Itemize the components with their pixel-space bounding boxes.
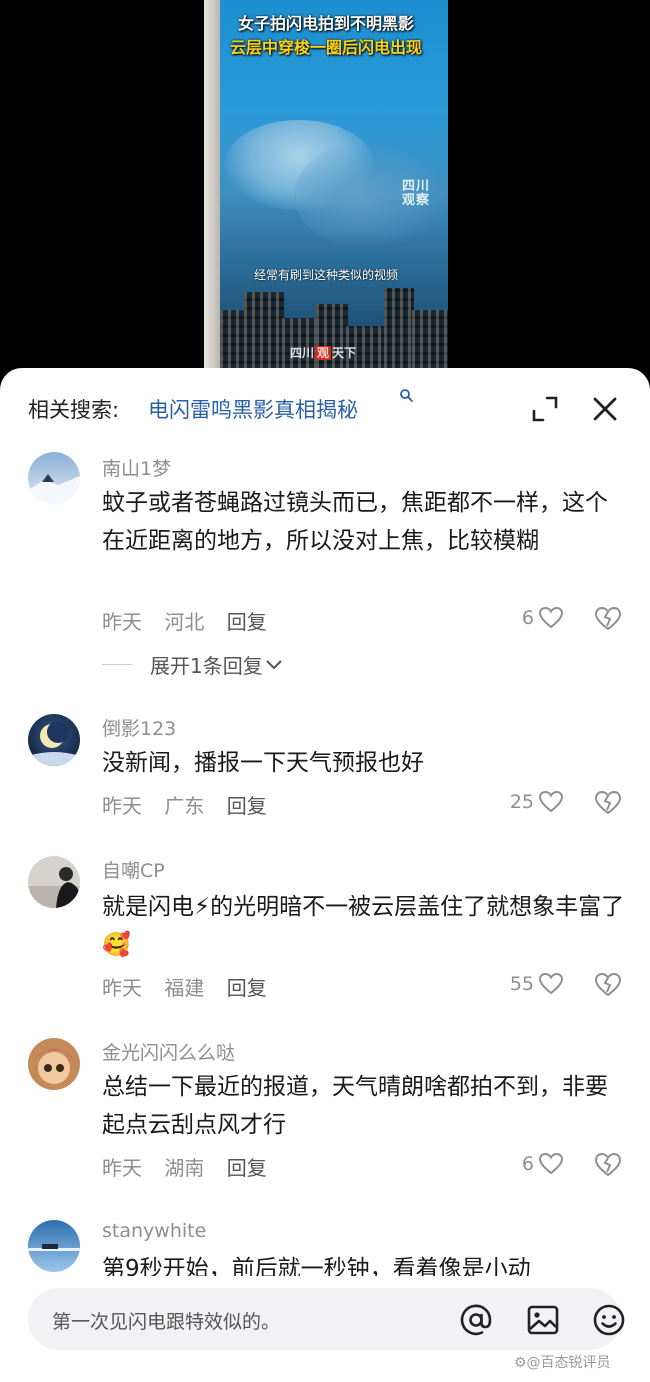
like-button[interactable]: 25 bbox=[510, 790, 564, 814]
like-button[interactable]: 6 bbox=[522, 606, 564, 630]
reply-button[interactable]: 回复 bbox=[227, 976, 267, 1000]
comment-location: 福建 bbox=[164, 976, 205, 1000]
broken-heart-icon[interactable] bbox=[594, 790, 622, 816]
comment-text: 就是闪电⚡的光明暗不一被云层盖住了就想象丰富了🥰 bbox=[102, 894, 625, 958]
comment-text: 没新闻，播报一下天气预报也好 bbox=[102, 750, 424, 776]
watermark: ⚙@百态锐评员 bbox=[514, 1355, 611, 1371]
comment-username[interactable]: stanywhite bbox=[102, 1220, 206, 1242]
comment-text: 总结一下最近的报道，天气晴朗啥都拍不到，非要起点云刮点风才行 bbox=[102, 1074, 608, 1138]
like-count: 25 bbox=[509, 791, 534, 813]
video-player[interactable]: 女子拍闪电拍到不明黑影 云层中穿梭一圈后闪电出现 经常有刷到这种类似的视频 四川… bbox=[204, 0, 448, 370]
emoji-icon[interactable] bbox=[591, 1302, 627, 1338]
comment-meta: 昨天 广东 回复 bbox=[102, 790, 283, 819]
avatar[interactable] bbox=[28, 856, 80, 908]
divider-line bbox=[102, 664, 132, 665]
heart-icon bbox=[538, 606, 564, 629]
comment-location: 河北 bbox=[164, 610, 205, 634]
video-area: 女子拍闪电拍到不明黑影 云层中穿梭一圈后闪电出现 经常有刷到这种类似的视频 四川… bbox=[0, 0, 650, 400]
comment-meta: 昨天 河北 回复 bbox=[102, 606, 283, 635]
image-icon[interactable] bbox=[525, 1302, 561, 1338]
like-button[interactable]: 55 bbox=[510, 972, 564, 996]
avatar[interactable] bbox=[28, 1038, 80, 1090]
broken-heart-icon[interactable] bbox=[594, 606, 622, 632]
comment-meta: 昨天 福建 回复 bbox=[102, 972, 283, 1001]
video-caption-line2: 云层中穿梭一圈后闪电出现 bbox=[229, 38, 422, 57]
like-count: 6 bbox=[521, 607, 534, 629]
comment-time: 昨天 bbox=[102, 1156, 142, 1180]
expand-replies-button[interactable]: 展开1条回复 bbox=[102, 650, 283, 679]
heart-icon bbox=[538, 1152, 564, 1175]
comment-meta: 昨天 湖南 回复 bbox=[102, 1152, 283, 1181]
avatar[interactable] bbox=[28, 1220, 80, 1272]
related-search-label: 相关搜索: bbox=[28, 398, 120, 422]
video-watermark-bottom: 四川观天下 bbox=[290, 346, 357, 360]
like-count: 6 bbox=[521, 1153, 534, 1175]
comment-username[interactable]: 自嘲CP bbox=[102, 856, 165, 883]
related-search-link[interactable]: 电闪雷鸣黑影真相揭秘 bbox=[148, 394, 358, 424]
mention-icon[interactable] bbox=[458, 1302, 494, 1338]
reply-button[interactable]: 回复 bbox=[227, 610, 267, 634]
comments-sheet: 相关搜索: 电闪雷鸣黑影真相揭秘 南山1梦 蚊子或者苍蝇路过镜头而已，焦距都不一… bbox=[0, 368, 650, 1382]
comment-username[interactable]: 倒影123 bbox=[102, 714, 176, 741]
video-caption-line1: 女子拍闪电拍到不明黑影 bbox=[237, 14, 414, 33]
search-icon[interactable] bbox=[399, 388, 413, 402]
like-button[interactable]: 6 bbox=[522, 1152, 564, 1176]
heart-icon bbox=[538, 790, 564, 813]
expand-replies-label: 展开1条回复 bbox=[150, 654, 263, 678]
heart-icon bbox=[538, 972, 564, 995]
reply-button[interactable]: 回复 bbox=[227, 1156, 267, 1180]
expand-icon[interactable] bbox=[530, 394, 560, 424]
comment-text: 蚊子或者苍蝇路过镜头而已，焦距都不一样，这个在近距离的地方，所以没对上焦，比较模… bbox=[102, 490, 608, 554]
sheet-header: 相关搜索: 电闪雷鸣黑影真相揭秘 bbox=[0, 368, 650, 446]
comment-location: 湖南 bbox=[164, 1156, 205, 1180]
chevron-down-icon bbox=[266, 659, 282, 669]
broken-heart-icon[interactable] bbox=[594, 972, 622, 998]
avatar[interactable] bbox=[28, 714, 80, 766]
comment-input-placeholder: 第一次见闪电跟特效似的。 bbox=[52, 1311, 281, 1333]
broken-heart-icon[interactable] bbox=[594, 1152, 622, 1178]
like-count: 55 bbox=[509, 973, 534, 995]
avatar[interactable] bbox=[28, 452, 80, 504]
comment-time: 昨天 bbox=[102, 794, 142, 818]
video-subtitle: 经常有刷到这种类似的视频 bbox=[253, 268, 398, 282]
comment-time: 昨天 bbox=[102, 976, 142, 1000]
comment-location: 广东 bbox=[164, 794, 205, 818]
reply-button[interactable]: 回复 bbox=[227, 794, 267, 818]
comment-username[interactable]: 金光闪闪么么哒 bbox=[102, 1038, 235, 1065]
comment-input[interactable]: 第一次见闪电跟特效似的。 bbox=[28, 1288, 625, 1350]
comment-time: 昨天 bbox=[102, 610, 142, 634]
comment-username[interactable]: 南山1梦 bbox=[102, 454, 171, 481]
close-icon[interactable] bbox=[590, 394, 620, 424]
video-watermark-top: 四川 观察 bbox=[402, 179, 431, 208]
